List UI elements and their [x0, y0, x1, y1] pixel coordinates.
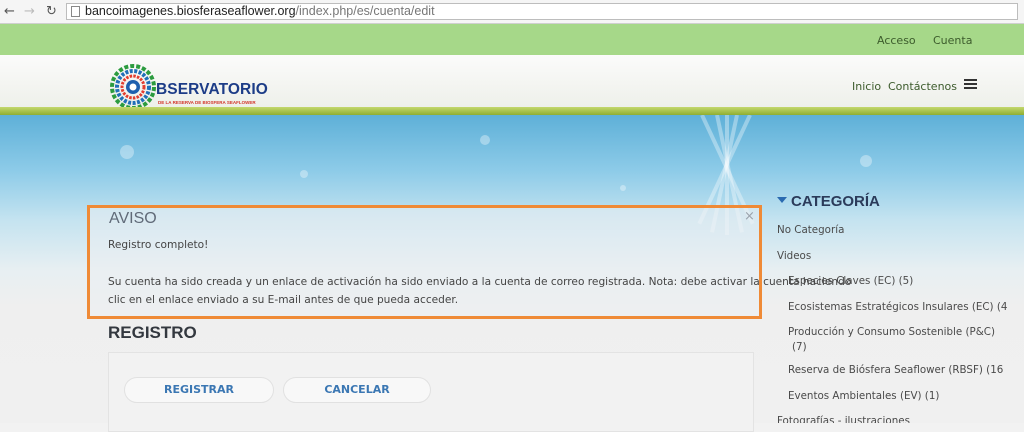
url-domain: bancoimagenes.biosferaseaflower.org [85, 4, 296, 18]
alert-message-body-cont: clic en el enlace enviado a su E-mail an… [108, 294, 459, 306]
bubble [300, 170, 308, 178]
logo-subtext: DE LA RESERVA DE BIOSFERA SEAFLOWER [158, 100, 256, 105]
bubble [860, 155, 872, 167]
category-item[interactable]: No Categoría [777, 224, 844, 236]
category-item[interactable]: Producción y Consumo Sostenible (P&C) [788, 326, 995, 338]
hamburger-menu-icon[interactable] [964, 79, 977, 90]
alert-message-body: Su cuenta ha sido creada y un enlace de … [108, 276, 852, 288]
category-list: No Categoría Videos Especies Claves (EC)… [770, 190, 1024, 423]
registro-title: REGISTRO [108, 323, 197, 342]
category-item[interactable]: Reserva de Biósfera Seaflower (RBSF) (16 [788, 364, 1003, 376]
category-item[interactable]: Ecosistemas Estratégicos Insulares (EC) … [788, 301, 1007, 313]
logo-sun-icon [110, 64, 156, 110]
reload-icon[interactable]: ↻ [46, 4, 57, 20]
cuenta-link[interactable]: Cuenta [933, 34, 972, 47]
close-icon[interactable]: × [744, 210, 755, 224]
nav-inicio[interactable]: Inicio [852, 80, 881, 93]
header-divider [0, 107, 1024, 115]
acceso-link[interactable]: Acceso [877, 34, 916, 47]
forward-arrow-icon[interactable]: → [24, 4, 35, 20]
logo-text: BSERVATORIO [156, 81, 268, 98]
cancelar-button[interactable]: CANCELAR [283, 377, 431, 403]
url-path: /index.php/es/cuenta/edit [295, 4, 435, 18]
bubble [120, 145, 134, 159]
observatorio-logo[interactable]: BSERVATORIO DE LA RESERVA DE BIOSFERA SE… [108, 60, 268, 110]
browser-toolbar: ← → ↻ bancoimagenes.biosferaseaflower.or… [0, 0, 1024, 24]
bubble [620, 185, 626, 191]
page-icon [71, 6, 80, 17]
top-bar: Acceso Cuenta [0, 24, 1024, 55]
category-item-count: (7) [792, 341, 807, 353]
site-header: BSERVATORIO DE LA RESERVA DE BIOSFERA SE… [0, 55, 1024, 110]
category-item[interactable]: Fotografías - ilustraciones [777, 415, 910, 423]
alert-message-status: Registro completo! [108, 239, 209, 251]
bubble [480, 135, 490, 145]
back-arrow-icon[interactable]: ← [4, 4, 15, 20]
address-bar[interactable]: bancoimagenes.biosferaseaflower.org/inde… [66, 3, 1018, 20]
nav-contactenos[interactable]: Contáctenos [888, 80, 957, 93]
registrar-button[interactable]: REGISTRAR [124, 377, 274, 403]
category-item[interactable]: Eventos Ambientales (EV) (1) [788, 390, 939, 402]
category-item[interactable]: Especies Claves (EC) (5) [788, 275, 913, 287]
notice-alert: AVISO × Registro completo! Su cuenta ha … [87, 205, 851, 319]
category-item[interactable]: Videos [777, 250, 811, 262]
alert-title: AVISO [109, 210, 157, 227]
